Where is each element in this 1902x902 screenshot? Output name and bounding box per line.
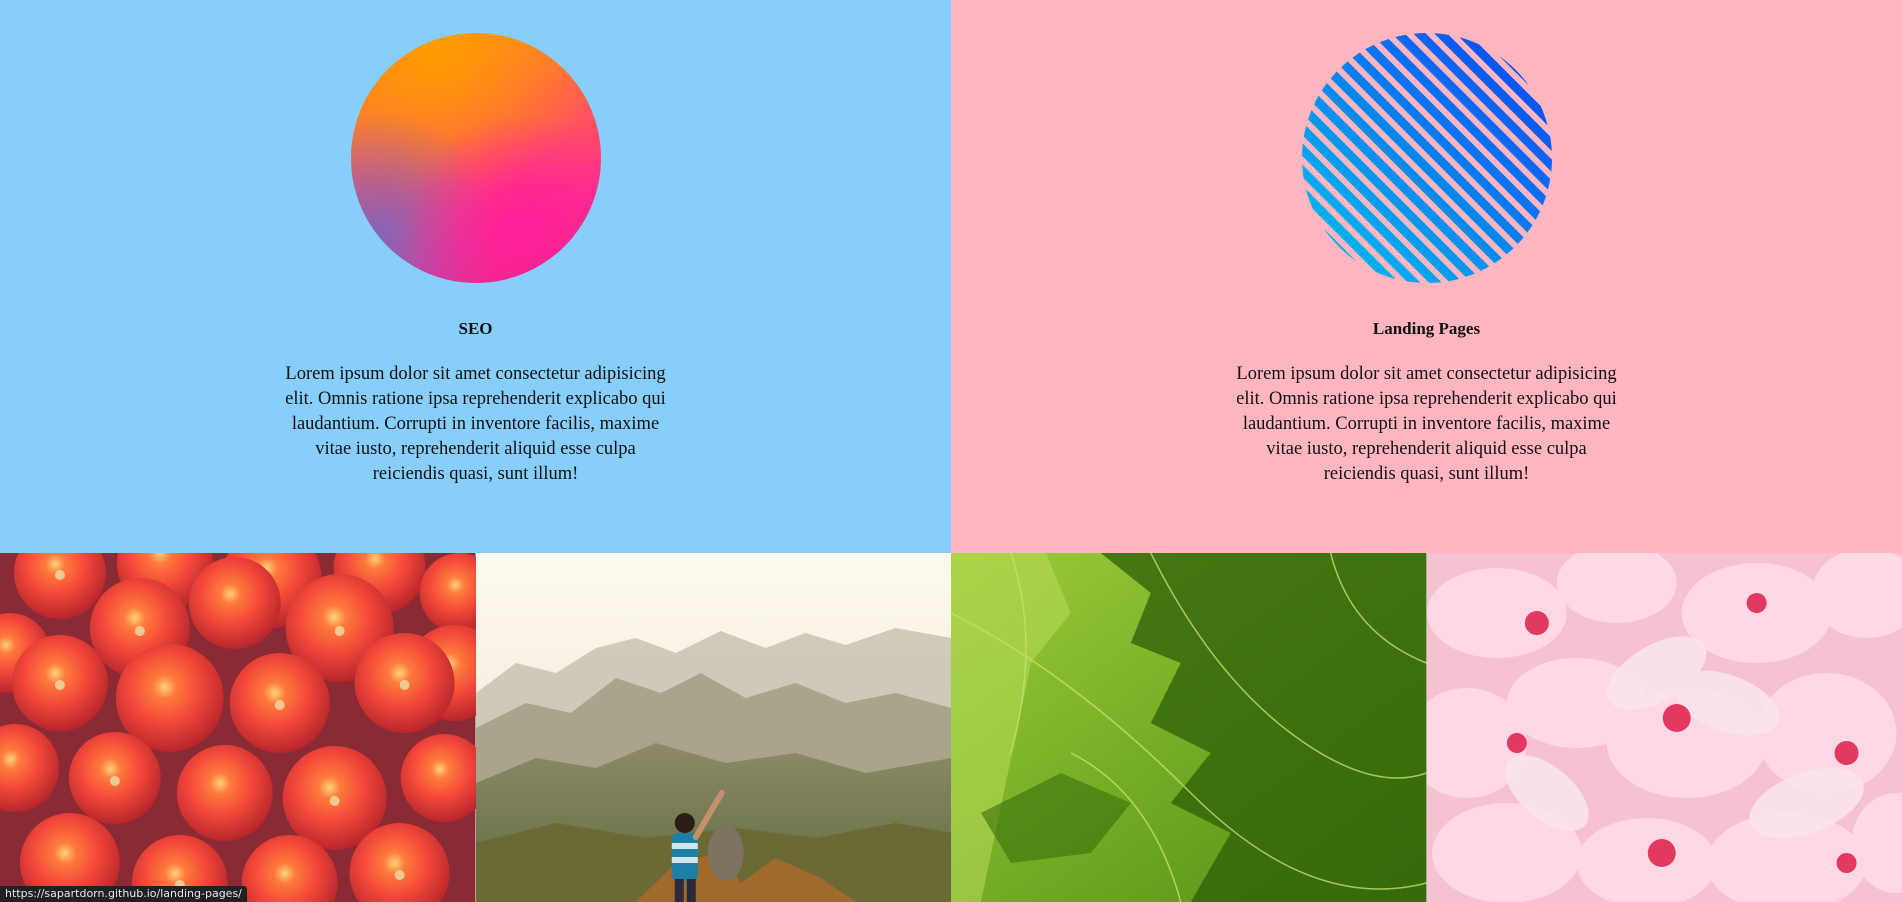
- gallery-image-tomatoes[interactable]: [0, 553, 476, 902]
- green-leaves-image: [951, 553, 1427, 902]
- gallery-image-mountains[interactable]: [475, 553, 951, 902]
- browser-status-url: https://sapartdorn.github.io/landing-pag…: [0, 886, 247, 902]
- service-description: Lorem ipsum dolor sit amet consectetur a…: [1236, 364, 1617, 484]
- service-card-landing-pages: Landing Pages Lorem ipsum dolor sit amet…: [951, 0, 1902, 553]
- services-section: SEO Lorem ipsum dolor sit amet consectet…: [0, 0, 1902, 553]
- service-description: Lorem ipsum dolor sit amet consectetur a…: [285, 364, 666, 484]
- pink-blossoms-image: [1426, 553, 1902, 902]
- image-gallery: [0, 553, 1902, 902]
- gradient-orb-icon: [350, 33, 601, 283]
- gallery-image-blossoms[interactable]: [1426, 553, 1902, 902]
- tomatoes-image: [0, 553, 476, 902]
- striped-orb-icon: [1301, 33, 1552, 283]
- mountain-hiker-image: [475, 553, 951, 902]
- gallery-image-leaves[interactable]: [951, 553, 1427, 902]
- service-card-seo: SEO Lorem ipsum dolor sit amet consectet…: [0, 0, 951, 553]
- service-title: SEO: [458, 319, 493, 338]
- service-title: Landing Pages: [1372, 319, 1481, 338]
